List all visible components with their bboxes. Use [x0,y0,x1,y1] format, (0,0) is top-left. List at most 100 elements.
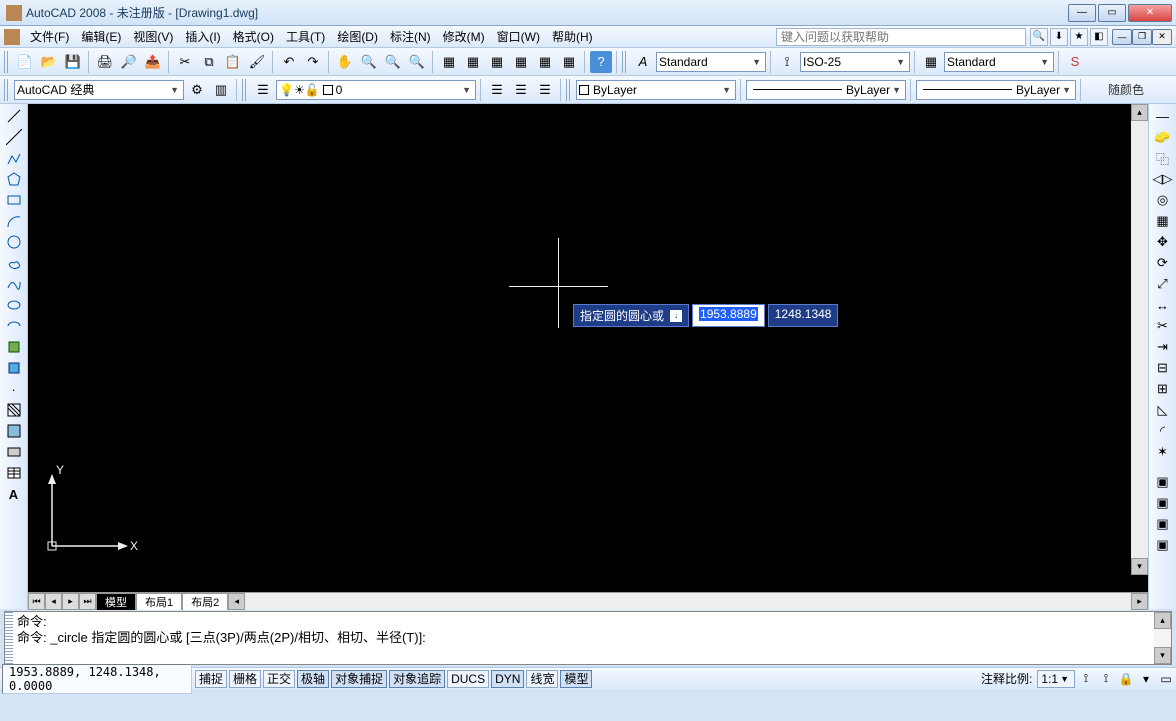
horizontal-scrollbar[interactable]: ◂ ▸ [228,593,1148,610]
props-button[interactable]: ▦ [438,51,460,73]
table-style-combo[interactable]: Standard▼ [944,52,1054,72]
layer-iso-button[interactable]: ☰ [534,79,556,101]
mtext-tool[interactable]: A [3,484,25,504]
calc-button[interactable]: ▦ [558,51,580,73]
scroll-down-button[interactable]: ▾ [1131,558,1148,575]
publish-button[interactable]: 📤 [142,51,164,73]
workspace-combo[interactable]: AutoCAD 经典▼ [14,80,184,100]
draworder4-tool[interactable]: ▣ [1152,535,1174,555]
ortho-toggle[interactable]: 正交 [263,670,295,688]
snap-toggle[interactable]: 捕捉 [195,670,227,688]
toolbar-grip[interactable] [4,51,10,73]
menu-view[interactable]: 视图(V) [127,26,179,47]
mdi-close-button[interactable]: ✕ [1152,29,1172,45]
linetype-combo[interactable]: ByLayer▼ [746,80,906,100]
erase-tool[interactable]: 🧽 [1152,127,1174,147]
menu-insert[interactable]: 插入(I) [179,26,226,47]
dim-style-combo[interactable]: ISO-25▼ [800,52,910,72]
model-space-canvas[interactable]: 指定圆的圆心或↓ 1953.8889 1248.1348 Y X ▴ ▾ [28,104,1148,592]
dimstyle-icon[interactable]: ⟟ [776,51,798,73]
ducs-toggle[interactable]: DUCS [447,670,489,688]
toolbar-grip[interactable] [242,79,248,101]
coordinates-display[interactable]: 1953.8889, 1248.1348, 0.0000 [2,664,192,694]
doc-icon[interactable] [4,29,20,45]
anno-visibility-icon[interactable]: ⟟ [1076,670,1096,688]
insert-block-tool[interactable] [3,337,25,357]
draworder2-tool[interactable]: ▣ [1152,493,1174,513]
comm-icon[interactable]: ◧ [1090,28,1108,46]
layer-combo[interactable]: 💡 ☀ 🔓 0 ▼ [276,80,476,100]
text-style-combo[interactable]: Standard▼ [656,52,766,72]
command-grip[interactable] [5,612,13,664]
cmd-scroll-up[interactable]: ▴ [1154,612,1171,629]
cut-button[interactable]: ✂ [174,51,196,73]
sheet-button[interactable]: ▦ [510,51,532,73]
copy-button[interactable]: ⧉ [198,51,220,73]
preview-button[interactable]: 🔎 [118,51,140,73]
command-text[interactable]: 命令:命令: _circle 指定圆的圆心或 [三点(3P)/两点(2P)/相切… [13,612,1154,664]
menu-help[interactable]: 帮助(H) [546,26,599,47]
explode-tool[interactable]: ✶ [1152,442,1174,462]
minimize-button[interactable]: — [1068,4,1096,22]
make-block-tool[interactable] [3,358,25,378]
revcloud-tool[interactable] [3,253,25,273]
draworder-tool[interactable]: ▣ [1152,472,1174,492]
array-tool[interactable]: ▦ [1152,211,1174,231]
toolbar-grip[interactable] [622,51,628,73]
tab-prev-button[interactable]: ◂ [45,593,62,610]
dcenter-button[interactable]: ▦ [462,51,484,73]
plot-button[interactable]: 🖨 [94,51,116,73]
help-search-input[interactable] [776,28,1026,46]
toolbar-grip[interactable] [4,79,10,101]
mirror-tool[interactable]: ◁▷ [1152,169,1174,189]
search-icon[interactable]: 🔍 [1030,28,1048,46]
otrack-toggle[interactable]: 对象追踪 [389,670,445,688]
gradient-tool[interactable] [3,421,25,441]
open-button[interactable]: 📂 [38,51,60,73]
zoom-rt-button[interactable]: 🔍 [358,51,380,73]
osnap-toggle[interactable]: 对象捕捉 [331,670,387,688]
arc-tool[interactable] [3,211,25,231]
copy-tool[interactable]: ⿻ [1152,148,1174,168]
match-button[interactable]: 🖌 [246,51,268,73]
annotation-scale-combo[interactable]: 1:1▼ [1037,670,1075,688]
draworder3-tool[interactable]: ▣ [1152,514,1174,534]
move-tool[interactable]: ✥ [1152,232,1174,252]
extend-tool[interactable]: ⇥ [1152,337,1174,357]
new-button[interactable]: 📄 [14,51,36,73]
offset-tool[interactable]: ◎ [1152,190,1174,210]
polygon-tool[interactable] [3,169,25,189]
tab-layout1[interactable]: 布局1 [136,593,182,610]
toolpal-button[interactable]: ▦ [486,51,508,73]
menu-edit[interactable]: 编辑(E) [75,26,127,47]
model-toggle[interactable]: 模型 [560,670,592,688]
search-tool-icon[interactable]: S [1064,51,1086,73]
layer-prev-button[interactable]: ☰ [486,79,508,101]
paste-button[interactable]: 📋 [222,51,244,73]
lineweight-combo[interactable]: ByLayer▼ [916,80,1076,100]
zoom-prev-button[interactable]: 🔍 [406,51,428,73]
rect-tool[interactable] [3,190,25,210]
ellipse-arc-tool[interactable] [3,316,25,336]
scale-tool[interactable]: ⤢ [1152,274,1174,294]
command-scrollbar[interactable]: ▴ ▾ [1154,612,1171,664]
stretch-tool[interactable]: ↔ [1152,295,1174,315]
star-icon[interactable]: ★ [1070,28,1088,46]
ws-toolbar-button[interactable]: ▥ [210,79,232,101]
menu-tools[interactable]: 工具(T) [280,26,331,47]
circle-tool[interactable] [3,232,25,252]
ws-settings-button[interactable]: ⚙ [186,79,208,101]
color-combo[interactable]: ByLayer▼ [576,80,736,100]
help-button[interactable]: ? [590,51,612,73]
menu-window[interactable]: 窗口(W) [491,26,546,47]
maximize-button[interactable]: ▭ [1098,4,1126,22]
spline-tool[interactable] [3,274,25,294]
tab-next-button[interactable]: ▸ [62,593,79,610]
pan-button[interactable]: ✋ [334,51,356,73]
trim-tool[interactable]: ✂ [1152,316,1174,336]
menu-format[interactable]: 格式(O) [227,26,280,47]
grid-toggle[interactable]: 栅格 [229,670,261,688]
layer-mgr-button[interactable]: ☰ [252,79,274,101]
scroll-right-button[interactable]: ▸ [1131,593,1148,610]
tab-first-button[interactable]: ⏮ [28,593,45,610]
